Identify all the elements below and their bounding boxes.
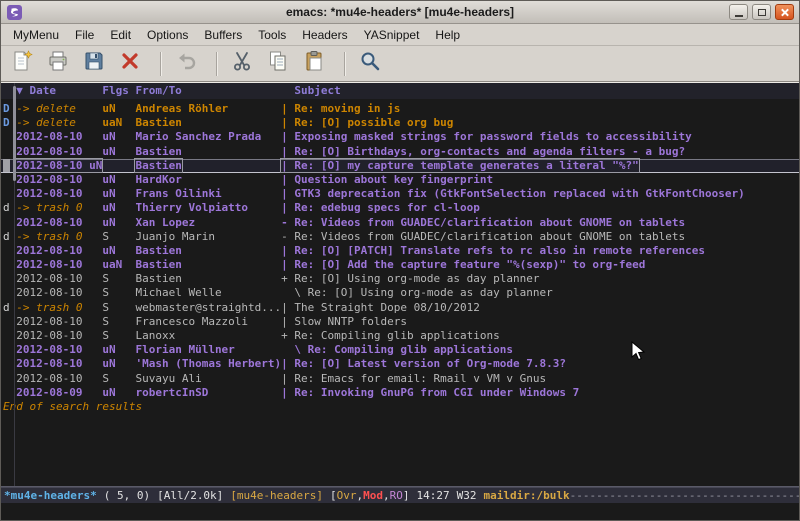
- modeline-filler: -----------------------------------: [570, 489, 799, 502]
- window-title: emacs: *mu4e-headers* [mu4e-headers]: [1, 1, 799, 23]
- close-button[interactable]: [775, 4, 794, 20]
- message-row[interactable]: 2012-08-10 S Francesco Mazzoli | Slow NN…: [1, 315, 799, 329]
- mouse-cursor: [631, 341, 647, 363]
- modeline-window-id: W32: [457, 489, 477, 502]
- message-row[interactable]: 2012-08-10 S Bastien + Re: [O] Using org…: [1, 272, 799, 286]
- column-header-line[interactable]: ▼ Date Flgs From/To Subject: [1, 83, 799, 99]
- modeline-buffer-name[interactable]: *mu4e-headers*: [4, 489, 97, 502]
- menu-mymenu[interactable]: MyMenu: [5, 25, 67, 45]
- modeline-time: 14:27: [417, 489, 450, 502]
- cut-button[interactable]: [227, 49, 257, 78]
- message-row[interactable]: 2012-08-10 uN Florian Müllner \ Re: Comp…: [1, 343, 799, 357]
- echo-area: [1, 503, 799, 520]
- copy-button[interactable]: [263, 49, 293, 78]
- overwrite-indicator: Ovr: [337, 489, 357, 502]
- menu-bar: MyMenuFileEditOptionsBuffersToolsHeaders…: [1, 24, 799, 46]
- save-button[interactable]: [79, 49, 109, 78]
- paste-button[interactable]: [299, 49, 329, 78]
- toolbar-separator: [160, 52, 162, 76]
- menu-edit[interactable]: Edit: [102, 25, 139, 45]
- modified-indicator: Mod: [363, 489, 383, 502]
- message-row[interactable]: D -> delete uaN Bastien | Re: [O] possib…: [1, 116, 799, 130]
- message-row[interactable]: 2012-08-10 uN HardKor | Question about k…: [1, 173, 799, 187]
- kill-buffer-button[interactable]: [115, 49, 145, 78]
- modeline-size: [All/2.0k]: [157, 489, 223, 502]
- search-icon: [358, 49, 382, 78]
- message-row[interactable]: 2012-08-10 uaN Bastien | Re: [O] Add the…: [1, 258, 799, 272]
- cut-icon: [230, 49, 254, 78]
- undo-button[interactable]: [171, 49, 201, 78]
- maximize-icon: [758, 9, 766, 16]
- message-row[interactable]: 2012-08-10 uN Bastien | Re: [O] [PATCH] …: [1, 244, 799, 258]
- menu-yasnippet[interactable]: YASnippet: [356, 25, 428, 45]
- menu-options[interactable]: Options: [139, 25, 196, 45]
- minimize-button[interactable]: [729, 4, 748, 20]
- toolbar: [1, 46, 799, 82]
- close-icon: [780, 8, 789, 17]
- toolbar-separator: [216, 52, 218, 76]
- message-row[interactable]: 2012-08-10 uN 'Mash (Thomas Herbert)| Re…: [1, 357, 799, 371]
- copy-icon: [266, 49, 290, 78]
- message-row[interactable]: 2012-08-10 S Lanoxx + Re: Compiling glib…: [1, 329, 799, 343]
- paste-icon: [302, 49, 326, 78]
- message-row[interactable]: 2012-08-09 uN robertcInSD | Re: Invoking…: [1, 386, 799, 400]
- maximize-button[interactable]: [752, 4, 771, 20]
- window-controls: [729, 4, 794, 20]
- modeline-major-mode[interactable]: [mu4e-headers]: [230, 489, 323, 502]
- minimize-icon: [735, 15, 743, 17]
- save-icon: [82, 49, 106, 78]
- message-row[interactable]: 2012-08-10 uN Mario Sanchez Prada | Expo…: [1, 130, 799, 144]
- message-row[interactable]: 2012-08-10 S Suvayu Ali | Re: Emacs for …: [1, 372, 799, 386]
- message-row-current[interactable]: 2012-08-10 uN Bastien | Re: [O] my captu…: [1, 159, 799, 173]
- message-list: D -> delete uN Andreas Röhler | Re: movi…: [1, 99, 799, 400]
- print-icon: [46, 49, 70, 78]
- message-row[interactable]: 2012-08-10 uN Frans Oilinki | GTK3 depre…: [1, 187, 799, 201]
- undo-icon: [174, 49, 198, 78]
- bracket-open: [: [330, 489, 337, 502]
- menu-file[interactable]: File: [67, 25, 102, 45]
- message-row[interactable]: d -> trash 0 S Juanjo Marin - Re: Videos…: [1, 230, 799, 244]
- modeline-cursor-position: ( 5, 0): [104, 489, 150, 502]
- print-button[interactable]: [43, 49, 73, 78]
- bracket-close: ]: [403, 489, 410, 502]
- title-bar[interactable]: emacs: *mu4e-headers* [mu4e-headers]: [1, 1, 799, 24]
- message-row[interactable]: 2012-08-10 uN Xan Lopez - Re: Videos fro…: [1, 216, 799, 230]
- toolbar-separator: [344, 52, 346, 76]
- new-file-icon: [10, 49, 34, 78]
- new-file-button[interactable]: [7, 49, 37, 78]
- mode-line: *mu4e-headers* ( 5, 0) [All/2.0k] [mu4e-hea…: [1, 486, 799, 503]
- message-row[interactable]: D -> delete uN Andreas Röhler | Re: movi…: [1, 102, 799, 116]
- menu-buffers[interactable]: Buffers: [196, 25, 250, 45]
- menu-headers[interactable]: Headers: [294, 25, 355, 45]
- end-of-results-text: End of search results: [1, 400, 799, 414]
- search-button[interactable]: [355, 49, 385, 78]
- emacs-window: emacs: *mu4e-headers* [mu4e-headers] MyM…: [0, 0, 800, 521]
- mu4e-headers-buffer: ▼ Date Flgs From/To Subject D -> delete …: [1, 82, 799, 486]
- text-cursor: [3, 159, 10, 172]
- close-icon: [118, 49, 142, 78]
- modeline-folder: maildir:/bulk: [484, 489, 570, 502]
- menu-help[interactable]: Help: [427, 25, 468, 45]
- message-row[interactable]: 2012-08-10 S Michael Welle \ Re: [O] Usi…: [1, 286, 799, 300]
- menu-tools[interactable]: Tools: [250, 25, 294, 45]
- comma: ,: [383, 489, 390, 502]
- message-row[interactable]: d -> trash 0 uN Thierry Volpiatto | Re: …: [1, 201, 799, 215]
- scrollbar-thumb[interactable]: [13, 86, 16, 181]
- readonly-indicator: RO: [390, 489, 403, 502]
- message-row[interactable]: 2012-08-10 uN Bastien | Re: [O] Birthday…: [1, 145, 799, 159]
- message-row[interactable]: d -> trash 0 S webmaster@straightd...| T…: [1, 301, 799, 315]
- modeline-minor-flags: [Ovr,Mod,RO]: [330, 489, 410, 502]
